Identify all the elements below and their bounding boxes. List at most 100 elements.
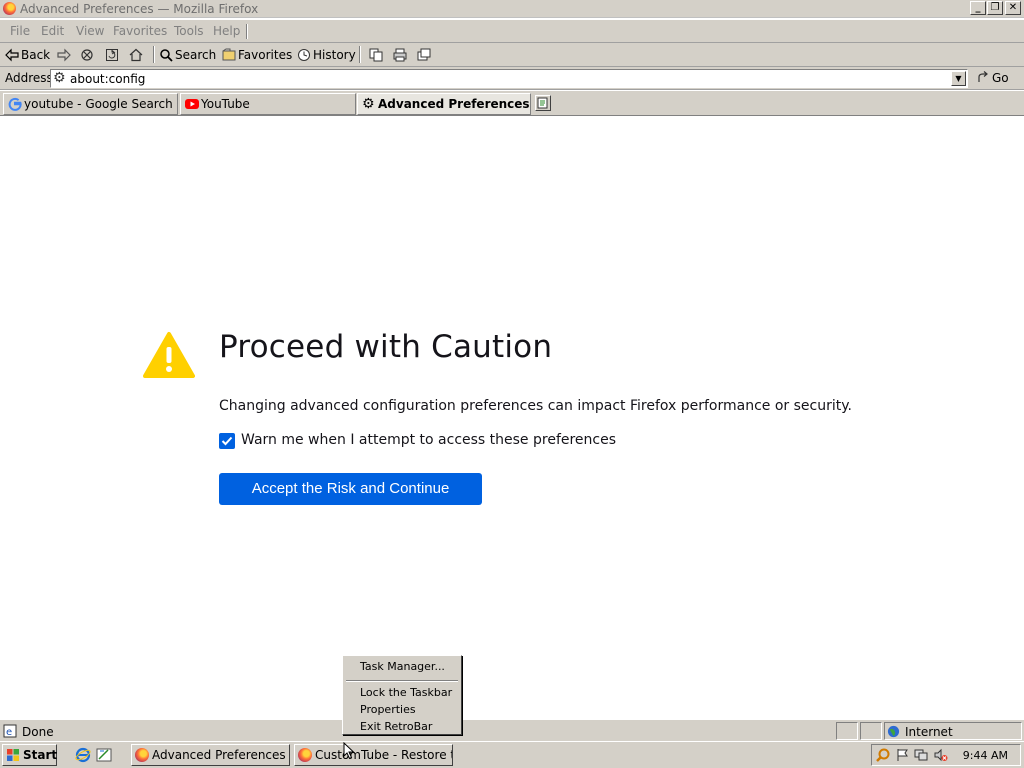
print-button[interactable] xyxy=(393,46,409,64)
tab-youtube[interactable]: YouTube xyxy=(180,93,356,115)
firefox-icon xyxy=(3,2,16,15)
warn-checkbox-label[interactable]: Warn me when I attempt to access these p… xyxy=(241,432,616,448)
start-button[interactable]: Start xyxy=(2,744,57,766)
taskbar-button-customtube[interactable]: CustomTube - Restore th... xyxy=(294,744,453,766)
menu-file[interactable]: File xyxy=(10,24,30,38)
address-dropdown-button[interactable]: ▼ xyxy=(951,71,966,86)
window-icon xyxy=(417,48,431,61)
mouse-cursor-icon xyxy=(343,742,355,760)
stop-button[interactable] xyxy=(80,46,96,64)
system-tray: 9:44 AM xyxy=(871,744,1021,766)
page-icon: e xyxy=(3,724,17,738)
forward-button[interactable] xyxy=(57,46,73,64)
search-icon xyxy=(160,49,173,62)
clock[interactable]: 9:44 AM xyxy=(963,749,1008,762)
gear-icon: ⚙ xyxy=(362,96,375,112)
flag-icon[interactable] xyxy=(896,748,910,762)
windows-flag-icon xyxy=(7,749,19,761)
history-label: History xyxy=(313,48,356,62)
forward-arrow-icon xyxy=(57,48,71,62)
status-pane xyxy=(836,722,858,740)
address-value[interactable]: about:config xyxy=(70,72,145,86)
menu-favorites[interactable]: Favorites xyxy=(113,24,167,38)
address-bar: Address ⚙ about:config ▼ Go xyxy=(0,67,1024,90)
menu-bar: File Edit View Favorites Tools Help xyxy=(0,19,1024,43)
menu-item-properties[interactable]: Properties xyxy=(360,703,416,716)
taskbar-button-label: Advanced Preferences — ... xyxy=(152,748,289,762)
show-desktop-icon[interactable] xyxy=(96,747,112,763)
menu-separator xyxy=(346,680,458,682)
gear-icon: ⚙ xyxy=(53,70,66,86)
print-icon xyxy=(393,48,407,62)
window-title: Advanced Preferences — Mozilla Firefox xyxy=(20,2,259,16)
search-button[interactable]: Search xyxy=(159,46,216,64)
go-arrow-icon xyxy=(978,71,988,82)
taskbar-context-menu: Task Manager... Lock the Taskbar Propert… xyxy=(342,655,462,735)
copy-button[interactable] xyxy=(369,46,385,64)
menu-help[interactable]: Help xyxy=(213,24,240,38)
address-label: Address xyxy=(5,71,53,85)
checkmark-icon xyxy=(221,436,233,446)
toolbar-separator xyxy=(153,46,155,63)
accept-risk-button[interactable]: Accept the Risk and Continue xyxy=(219,473,482,505)
history-button[interactable]: History xyxy=(297,46,356,64)
network-icon[interactable] xyxy=(914,748,928,762)
go-label: Go xyxy=(992,71,1009,85)
internet-explorer-icon[interactable] xyxy=(75,747,91,763)
copy-icon xyxy=(369,48,383,62)
taskbar: Start Advanced Preferences — ... CustomT… xyxy=(0,741,1024,768)
back-arrow-icon xyxy=(5,48,19,62)
toolbar-separator xyxy=(359,46,361,63)
back-button[interactable]: Back xyxy=(5,46,50,64)
taskbar-button-firefox[interactable]: Advanced Preferences — ... xyxy=(131,744,290,766)
warning-description: Changing advanced configuration preferen… xyxy=(219,398,852,414)
warn-checkbox[interactable] xyxy=(219,433,235,449)
new-tab-button[interactable] xyxy=(535,95,551,111)
menu-edit[interactable]: Edit xyxy=(41,24,64,38)
firefox-icon xyxy=(298,748,312,762)
favorites-label: Favorites xyxy=(238,48,293,62)
reload-icon xyxy=(106,49,118,61)
menu-item-lock-taskbar[interactable]: Lock the Taskbar xyxy=(360,686,452,699)
home-button[interactable] xyxy=(129,46,145,64)
svg-text:e: e xyxy=(6,727,12,738)
search-label: Search xyxy=(175,48,217,62)
tab-advanced-preferences[interactable]: ⚙ Advanced Preferences xyxy=(357,93,531,115)
tab-label: youtube - Google Search xyxy=(24,97,173,111)
firefox-icon xyxy=(135,748,149,762)
menu-view[interactable]: View xyxy=(76,24,104,38)
stop-icon xyxy=(81,49,93,61)
reload-button[interactable] xyxy=(105,46,121,64)
google-icon xyxy=(8,97,22,111)
favorites-icon xyxy=(222,48,236,61)
menu-tools[interactable]: Tools xyxy=(174,24,204,38)
home-icon xyxy=(129,48,143,62)
minimize-button[interactable]: _ xyxy=(970,1,986,15)
go-button[interactable]: Go xyxy=(976,69,1009,88)
favorites-button[interactable]: Favorites xyxy=(222,46,292,64)
maximize-button[interactable]: ❐ xyxy=(987,1,1003,15)
new-tab-icon xyxy=(537,97,548,109)
menu-separator xyxy=(246,24,248,39)
status-bar: e Done Internet xyxy=(0,719,1024,741)
window-title-bar[interactable]: Advanced Preferences — Mozilla Firefox _… xyxy=(0,0,1024,18)
window-button[interactable] xyxy=(417,46,433,64)
search-icon[interactable] xyxy=(876,748,890,762)
history-icon xyxy=(298,49,310,61)
tab-label: Advanced Preferences xyxy=(378,97,530,111)
navigation-toolbar: Back Search Favorites History xyxy=(0,43,1024,67)
menu-item-exit-retrobar[interactable]: Exit RetroBar xyxy=(360,720,432,733)
address-input[interactable]: ⚙ about:config ▼ xyxy=(50,69,968,88)
menu-item-task-manager[interactable]: Task Manager... xyxy=(360,660,445,673)
status-text: Done xyxy=(22,725,54,739)
tab-google-search[interactable]: youtube - Google Search xyxy=(3,93,178,115)
status-pane xyxy=(860,722,882,740)
taskbar-button-label: CustomTube - Restore th... xyxy=(315,748,452,762)
security-zone: Internet xyxy=(905,725,953,739)
close-button[interactable]: ✕ xyxy=(1005,1,1021,15)
page-content: Proceed with Caution Changing advanced c… xyxy=(0,117,1024,718)
volume-muted-icon[interactable] xyxy=(934,748,948,762)
page-heading: Proceed with Caution xyxy=(219,329,553,365)
warning-icon xyxy=(143,332,195,378)
tab-bar: youtube - Google Search YouTube ⚙ Advanc… xyxy=(0,91,1024,116)
